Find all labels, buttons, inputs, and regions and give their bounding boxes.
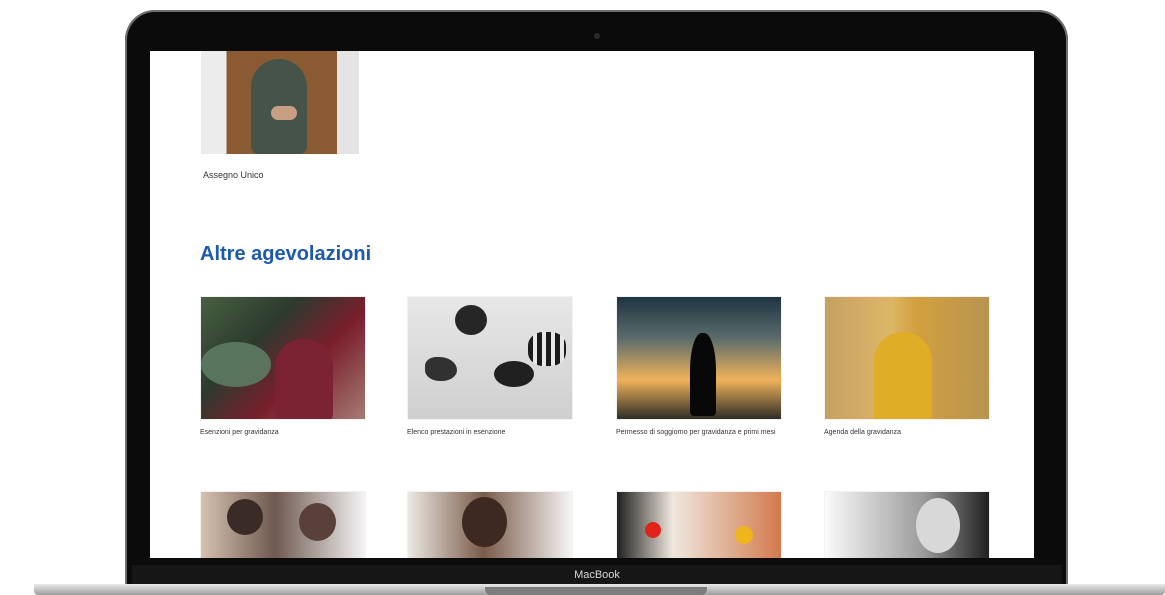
card-esenzioni[interactable]: Esenzioni per gravidanza [200, 296, 366, 437]
woman-image [462, 497, 507, 547]
card-permesso-soggiorno[interactable]: Permesso di soggiorno per gravidanza e p… [616, 296, 782, 437]
assegno-unico-link[interactable]: Assegno Unico [203, 170, 264, 180]
camera-icon [594, 33, 600, 39]
baby-shoe-image [425, 357, 457, 381]
parent-image [227, 499, 263, 535]
device-brand-label: MacBook [574, 569, 620, 581]
card-caption[interactable]: Permesso di soggiorno per gravidanza e p… [616, 429, 776, 437]
card-image[interactable] [200, 491, 366, 558]
card-image[interactable] [407, 296, 573, 420]
baby-shoe-image [494, 361, 534, 387]
card-image[interactable] [200, 296, 366, 420]
laptop-notch [485, 587, 707, 595]
pine-branch-image [201, 342, 271, 387]
belly-image [275, 339, 333, 419]
flower-image [735, 526, 753, 544]
card-elenco-prestazioni[interactable]: Elenco prestazioni in esenzione [407, 296, 573, 437]
card-agenda-gravidanza[interactable]: Agenda della gravidanza [824, 296, 990, 437]
card-image[interactable] [616, 296, 782, 420]
section-title: Altre agevolazioni [200, 243, 372, 265]
card-caption[interactable]: Esenzioni per gravidanza [200, 429, 360, 437]
silhouette-image [690, 333, 716, 416]
card-image[interactable] [824, 491, 990, 558]
assegno-unico-image[interactable] [201, 51, 359, 154]
card-image[interactable] [824, 296, 990, 420]
flower-image [645, 522, 661, 538]
card-caption[interactable]: Agenda della gravidanza [824, 429, 984, 437]
card-image[interactable] [616, 491, 782, 558]
card-partial-1[interactable] [200, 491, 366, 558]
card-partial-3[interactable] [616, 491, 782, 558]
hand-image [271, 106, 297, 120]
parent-image [299, 503, 336, 541]
card-image[interactable] [407, 491, 573, 558]
card-caption[interactable]: Elenco prestazioni in esenzione [407, 429, 567, 437]
website-screen: Assegno Unico Altre agevolazioni Esenzio… [150, 51, 1034, 558]
card-partial-4[interactable] [824, 491, 990, 558]
striped-baby-shoe-image [528, 332, 566, 366]
screenshot-stage: Assegno Unico Altre agevolazioni Esenzio… [0, 0, 1165, 595]
baby-shoe-image [455, 305, 487, 335]
card-partial-2[interactable] [407, 491, 573, 558]
yellow-dress-image [874, 332, 932, 419]
portrait-image [916, 498, 960, 553]
